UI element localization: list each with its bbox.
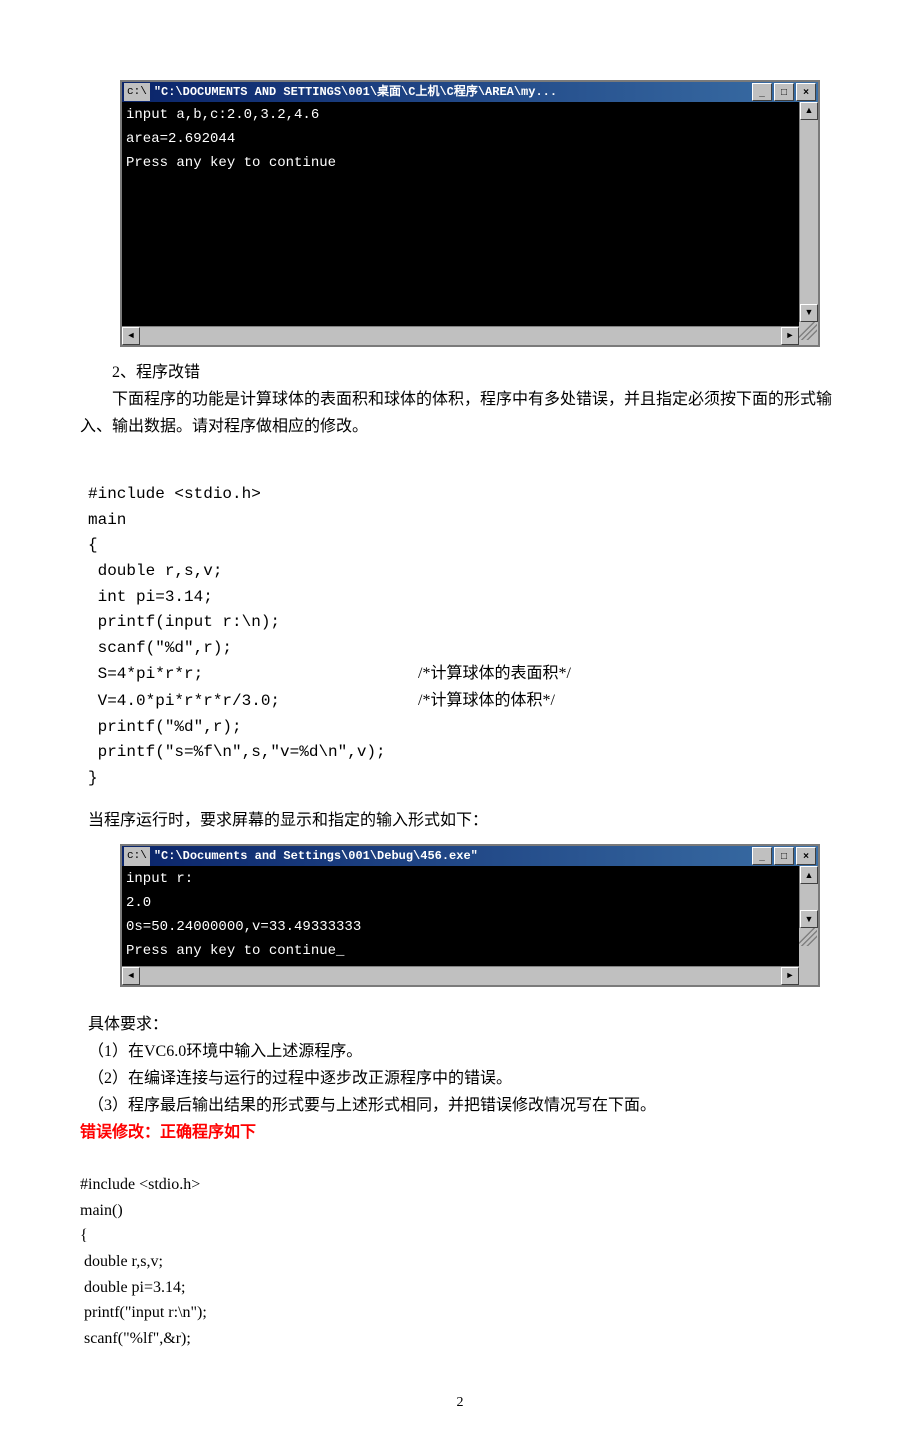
- console-title-text: "C:\DOCUMENTS AND SETTINGS\001\桌面\C上机\C程…: [154, 82, 752, 102]
- horizontal-scrollbar[interactable]: ◄ ►: [122, 966, 799, 985]
- console-main: input r: 2.0 0s=50.24000000,v=33.4933333…: [122, 866, 799, 984]
- fix-title: 错误修改：正确程序如下: [80, 1119, 840, 1146]
- console-body-wrap: input r: 2.0 0s=50.24000000,v=33.4933333…: [122, 866, 818, 984]
- console-window-1: c:\ "C:\DOCUMENTS AND SETTINGS\001\桌面\C上…: [120, 80, 820, 347]
- console-output: input a,b,c:2.0,3.2,4.6 area=2.692044 Pr…: [122, 102, 799, 326]
- code-line: printf("s=%f\n",s,"v=%d\n",v);: [88, 743, 386, 761]
- code-line: printf(input r:\n);: [88, 613, 280, 631]
- window-buttons: _ □ ×: [752, 847, 816, 865]
- resize-grip-icon[interactable]: [799, 928, 817, 946]
- console-icon: c:\: [124, 847, 150, 866]
- code-comment: /*计算球体的体积*/: [418, 692, 555, 709]
- console-title-text: "C:\Documents and Settings\001\Debug\456…: [154, 846, 752, 866]
- scroll-left-icon[interactable]: ◄: [122, 327, 140, 345]
- console-titlebar: c:\ "C:\Documents and Settings\001\Debug…: [122, 846, 818, 866]
- requirement-item: （1）在VC6.0环境中输入上述源程序。: [88, 1038, 840, 1065]
- document-page: c:\ "C:\DOCUMENTS AND SETTINGS\001\桌面\C上…: [0, 0, 920, 1455]
- close-button[interactable]: ×: [796, 83, 816, 101]
- scroll-left-icon[interactable]: ◄: [122, 967, 140, 985]
- scroll-down-icon[interactable]: ▼: [800, 910, 818, 928]
- console-main: input a,b,c:2.0,3.2,4.6 area=2.692044 Pr…: [122, 102, 799, 345]
- code-line: #include <stdio.h>: [88, 485, 261, 503]
- minimize-button[interactable]: _: [752, 847, 772, 865]
- code-line: int pi=3.14;: [88, 588, 213, 606]
- code-line: }: [88, 769, 98, 787]
- code-line: printf("%d",r);: [88, 718, 242, 736]
- code-line: scanf("%lf",&r);: [80, 1330, 191, 1347]
- code-line: double r,s,v;: [80, 1253, 163, 1270]
- section-description: 下面程序的功能是计算球体的表面积和球体的体积，程序中有多处错误，并且指定必须按下…: [80, 386, 840, 440]
- code-line: printf("input r:\n");: [80, 1304, 207, 1321]
- requirement-item: （2）在编译连接与运行的过程中逐步改正源程序中的错误。: [88, 1065, 840, 1092]
- horizontal-scrollbar[interactable]: ◄ ►: [122, 326, 799, 345]
- maximize-button[interactable]: □: [774, 847, 794, 865]
- scroll-right-icon[interactable]: ►: [781, 967, 799, 985]
- code-comment: /*计算球体的表面积*/: [418, 665, 571, 682]
- code-line: scanf("%d",r);: [88, 639, 232, 657]
- vertical-scrollbar[interactable]: ▲ ▼: [799, 866, 818, 928]
- minimize-button[interactable]: _: [752, 83, 772, 101]
- code-line: {: [80, 1227, 88, 1244]
- code-line: #include <stdio.h>: [80, 1176, 200, 1193]
- console-body-wrap: input a,b,c:2.0,3.2,4.6 area=2.692044 Pr…: [122, 102, 818, 345]
- console-titlebar: c:\ "C:\DOCUMENTS AND SETTINGS\001\桌面\C上…: [122, 82, 818, 102]
- code-block-corrected: #include <stdio.h> main() { double r,s,v…: [80, 1147, 840, 1352]
- vertical-scrollbar-area: ▲ ▼: [799, 866, 818, 984]
- window-buttons: _ □ ×: [752, 83, 816, 101]
- run-description: 当程序运行时，要求屏幕的显示和指定的输入形式如下：: [88, 807, 840, 834]
- requirements-title: 具体要求：: [88, 1011, 840, 1038]
- code-line: V=4.0*pi*r*r*r/3.0;/*计算球体的体积*/: [88, 692, 555, 710]
- scroll-up-icon[interactable]: ▲: [800, 866, 818, 884]
- close-button[interactable]: ×: [796, 847, 816, 865]
- code-line: double pi=3.14;: [80, 1279, 185, 1296]
- code-line: main: [88, 511, 126, 529]
- resize-grip-icon[interactable]: [799, 322, 817, 340]
- console-window-2: c:\ "C:\Documents and Settings\001\Debug…: [120, 844, 820, 986]
- code-line: {: [88, 536, 98, 554]
- code-line: S=4*pi*r*r;/*计算球体的表面积*/: [88, 665, 571, 683]
- code-line: double r,s,v;: [88, 562, 222, 580]
- scroll-down-icon[interactable]: ▼: [800, 304, 818, 322]
- maximize-button[interactable]: □: [774, 83, 794, 101]
- scroll-up-icon[interactable]: ▲: [800, 102, 818, 120]
- console-icon: c:\: [124, 83, 150, 102]
- section-title: 2、程序改错: [80, 359, 840, 386]
- code-block-original: #include <stdio.h> main { double r,s,v; …: [88, 457, 840, 792]
- page-number: 2: [80, 1391, 840, 1415]
- scroll-right-icon[interactable]: ►: [781, 327, 799, 345]
- console-output: input r: 2.0 0s=50.24000000,v=33.4933333…: [122, 866, 799, 965]
- code-line: main(): [80, 1202, 123, 1219]
- vertical-scrollbar-area: ▲ ▼: [799, 102, 818, 345]
- requirement-item: （3）程序最后输出结果的形式要与上述形式相同，并把错误修改情况写在下面。: [88, 1092, 840, 1119]
- vertical-scrollbar[interactable]: ▲ ▼: [799, 102, 818, 322]
